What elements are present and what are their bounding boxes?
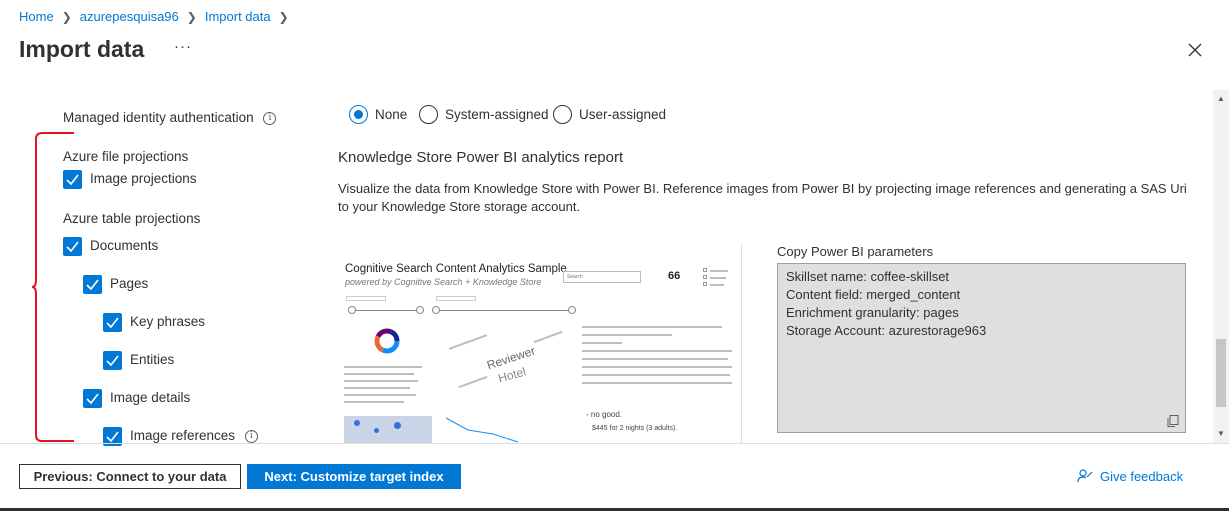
chevron-right-icon: ❯ bbox=[278, 9, 289, 24]
chevron-right-icon: ❯ bbox=[61, 9, 72, 24]
powerbi-description: Visualize the data from Knowledge Store … bbox=[338, 181, 1187, 214]
report-search-box: Search bbox=[563, 271, 641, 283]
pages-checkbox[interactable] bbox=[83, 275, 102, 294]
copy-params-label: Copy Power BI parameters bbox=[777, 244, 934, 259]
next-button[interactable]: Next: Customize target index bbox=[247, 464, 461, 489]
breadcrumb-service-link[interactable]: azurepesquisa96 bbox=[80, 9, 179, 24]
report-kpi-value: 66 bbox=[668, 270, 681, 282]
previous-button[interactable]: Previous: Connect to your data bbox=[19, 464, 241, 489]
pages-label: Pages bbox=[110, 276, 149, 291]
param-storage-account: Storage Account: azurestorage963 bbox=[786, 323, 987, 338]
scrollbar-thumb[interactable] bbox=[1216, 339, 1226, 407]
scroll-up-icon[interactable]: ▲ bbox=[1216, 94, 1226, 104]
radio-none-label: None bbox=[375, 107, 408, 122]
report-donut-chart bbox=[374, 328, 400, 354]
report-checklist bbox=[703, 262, 735, 288]
chevron-right-icon: ❯ bbox=[186, 9, 197, 24]
entities-label: Entities bbox=[130, 352, 175, 367]
footer-divider bbox=[0, 443, 1229, 444]
key-phrases-checkbox[interactable] bbox=[103, 313, 122, 332]
documents-label: Documents bbox=[90, 238, 159, 253]
report-price: $445 for 2 nights (3 adults). bbox=[592, 425, 678, 432]
more-options-icon[interactable]: ··· bbox=[174, 38, 192, 55]
give-feedback-link[interactable]: Give feedback bbox=[1077, 468, 1183, 484]
close-icon[interactable] bbox=[1185, 40, 1205, 60]
report-quote: - no good. bbox=[586, 410, 623, 419]
powerbi-heading: Knowledge Store Power BI analytics repor… bbox=[338, 149, 624, 166]
page-title: Import data bbox=[19, 36, 145, 62]
param-content-field: Content field: merged_content bbox=[786, 287, 961, 302]
image-details-checkbox[interactable] bbox=[83, 389, 102, 408]
powerbi-params-textbox[interactable]: Skillset name: coffee-skillset Content f… bbox=[777, 263, 1186, 433]
documents-checkbox[interactable] bbox=[63, 237, 82, 256]
report-word-cloud: Reviewer Hotel bbox=[438, 326, 573, 401]
copy-icon[interactable] bbox=[1166, 414, 1180, 428]
breadcrumb-home-link[interactable]: Home bbox=[19, 9, 54, 24]
file-projections-heading: Azure file projections bbox=[63, 149, 189, 164]
report-subtitle: powered by Cognitive Search + Knowledge … bbox=[345, 277, 542, 287]
image-projections-label: Image projections bbox=[90, 171, 197, 186]
info-icon[interactable]: i bbox=[263, 111, 277, 125]
image-projections-checkbox[interactable] bbox=[63, 170, 82, 189]
radio-none[interactable] bbox=[349, 105, 368, 124]
breadcrumb: Home ❯ azurepesquisa96 ❯ Import data ❯ bbox=[19, 9, 297, 24]
param-skillset: Skillset name: coffee-skillset bbox=[786, 269, 950, 284]
image-references-label: Image references i bbox=[130, 428, 258, 443]
info-icon[interactable]: i bbox=[244, 429, 258, 443]
scroll-down-icon[interactable]: ▼ bbox=[1216, 429, 1226, 439]
feedback-icon bbox=[1077, 469, 1093, 483]
breadcrumb-import-link[interactable]: Import data bbox=[205, 9, 271, 24]
radio-user-assigned-label: User-assigned bbox=[579, 107, 667, 122]
param-enrichment: Enrichment granularity: pages bbox=[786, 305, 959, 320]
key-phrases-label: Key phrases bbox=[130, 314, 206, 329]
entities-checkbox[interactable] bbox=[103, 351, 122, 370]
table-projections-heading: Azure table projections bbox=[63, 211, 201, 226]
radio-system-assigned-label: System-assigned bbox=[445, 107, 549, 122]
managed-identity-label: Managed identity authentication i bbox=[63, 110, 277, 125]
report-line-chart bbox=[445, 417, 519, 443]
powerbi-report-preview: Cognitive Search Content Analytics Sampl… bbox=[338, 244, 742, 444]
report-map bbox=[344, 416, 432, 444]
report-title: Cognitive Search Content Analytics Sampl… bbox=[345, 263, 567, 275]
radio-user-assigned[interactable] bbox=[553, 105, 572, 124]
radio-system-assigned[interactable] bbox=[419, 105, 438, 124]
image-details-label: Image details bbox=[110, 390, 191, 405]
